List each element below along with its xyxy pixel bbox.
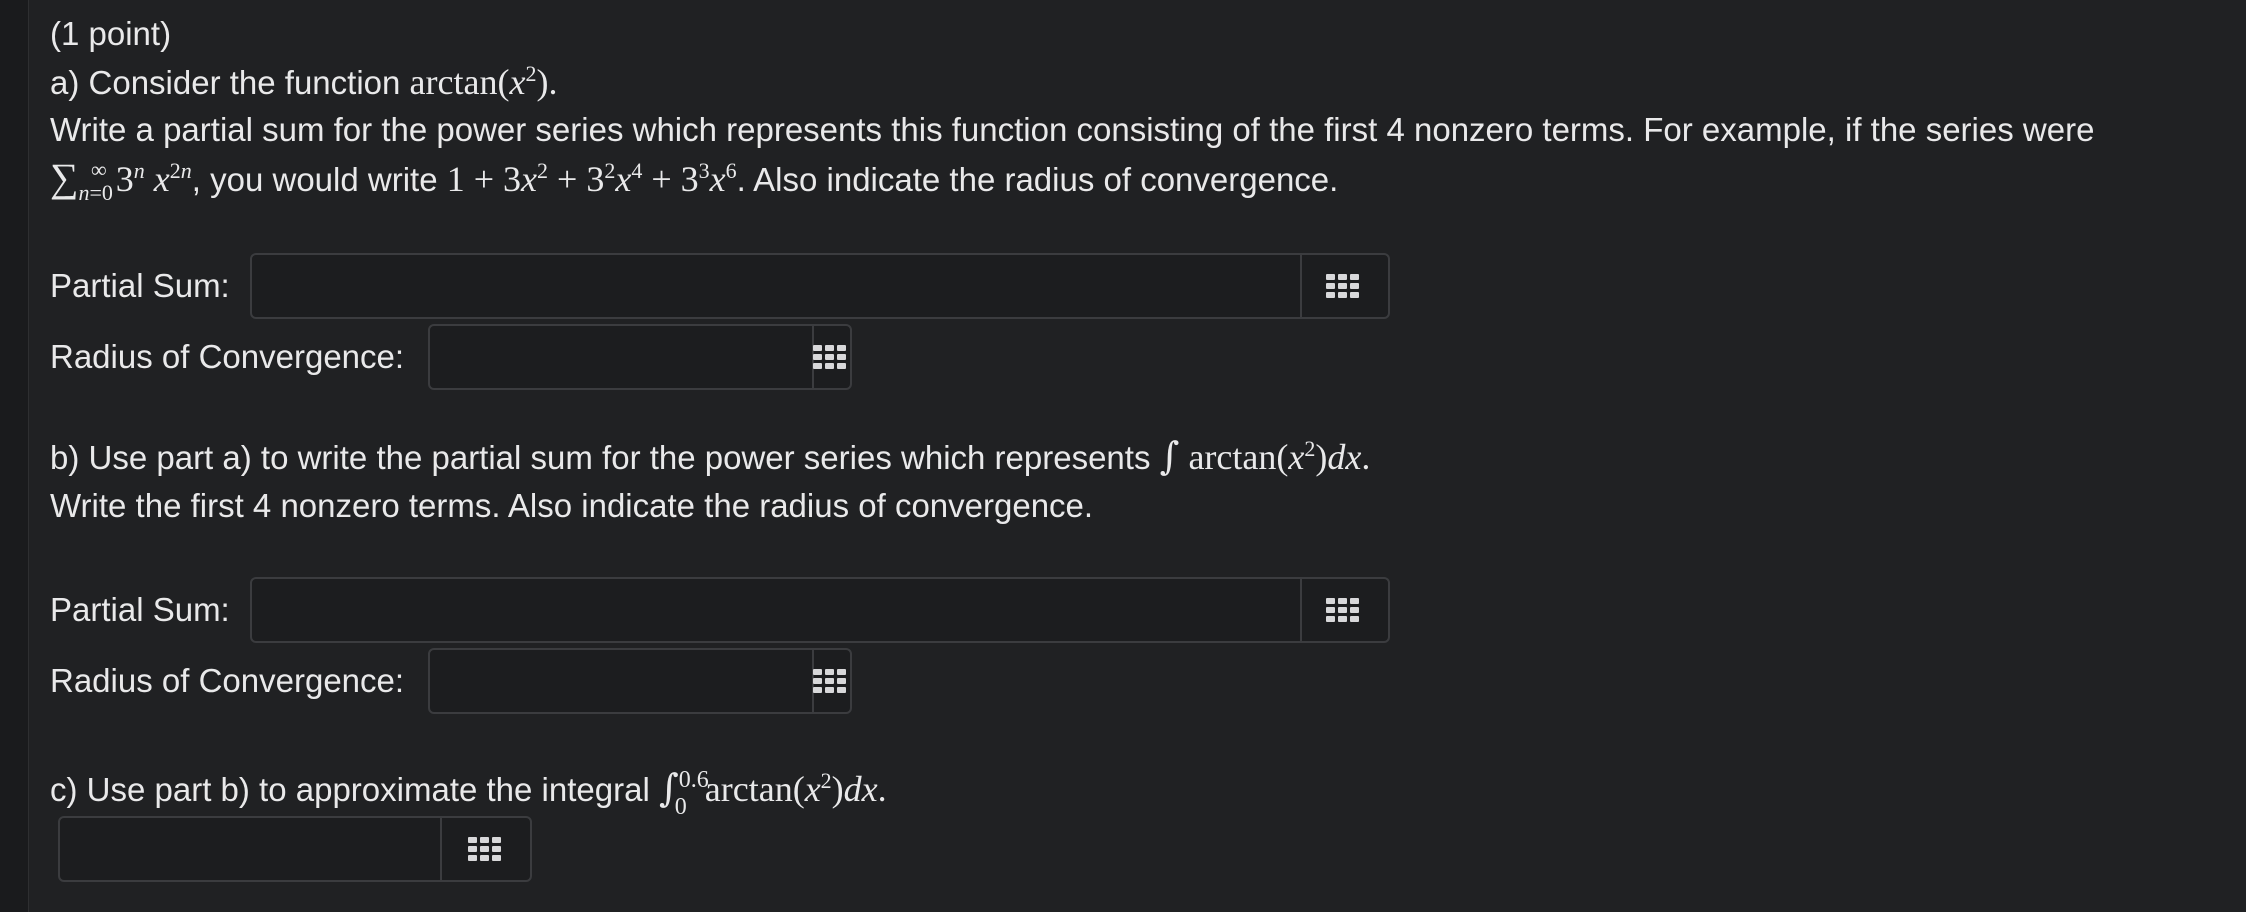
part-b-integrand: arctan(x2)dx. — [1179, 436, 1371, 477]
part-b-intro-text: b) Use part a) to write the partial sum … — [50, 439, 1160, 476]
part-c-equation-editor-button[interactable] — [440, 818, 530, 880]
part-b-intro: b) Use part a) to write the partial sum … — [50, 436, 1370, 478]
part-c-answer — [58, 816, 532, 882]
part-c-integrand: arctan(x2)dx. — [686, 768, 887, 809]
part-a-partial-sum-equation-editor-button[interactable] — [1298, 255, 1388, 317]
part-b-instruction: Write the first 4 nonzero terms. Also in… — [50, 487, 1094, 524]
part-b-partial-sum-label: Partial Sum: — [50, 591, 230, 628]
part-a-radius-answer — [428, 324, 852, 390]
part-a-instruction: Write a partial sum for the power series… — [50, 111, 2095, 148]
keypad-grid-icon — [468, 837, 501, 861]
left-margin-bar — [0, 0, 29, 912]
keypad-grid-icon — [1326, 598, 1359, 622]
part-a-partial-sum-input[interactable] — [252, 255, 1302, 317]
part-a-example: ∑n=0∞ 3n x2n, you would write 1 + 3x2 + … — [50, 155, 1339, 205]
example-result: 1 + 3x2 + 32x4 + 33x6 — [446, 158, 737, 199]
part-c-intro-text: c) Use part b) to approximate the integr… — [50, 771, 659, 808]
example-text-mid: , you would write — [191, 161, 447, 198]
integral-sign: ∫ — [1159, 434, 1180, 478]
part-a-partial-sum-answer — [250, 253, 1390, 319]
keypad-grid-icon — [1326, 274, 1359, 298]
part-a-intro: a) Consider the function arctan(x2). — [50, 62, 557, 103]
integral-limits: 0.60 — [674, 766, 709, 821]
part-a-radius-label: Radius of Convergence: — [50, 338, 405, 375]
keypad-grid-icon — [813, 669, 846, 693]
part-c-input[interactable] — [60, 818, 442, 880]
part-b-radius-label: Radius of Convergence: — [50, 662, 405, 699]
part-a-function: arctan(x2). — [409, 61, 558, 102]
part-a-radius-equation-editor-button[interactable] — [810, 326, 850, 388]
part-c-intro: c) Use part b) to approximate the integr… — [50, 766, 887, 821]
part-b-partial-sum-answer — [250, 577, 1390, 643]
part-b-radius-equation-editor-button[interactable] — [810, 650, 850, 712]
part-a-radius-input[interactable] — [430, 326, 814, 388]
example-text-end: . Also indicate the radius of convergenc… — [736, 161, 1339, 198]
part-b-partial-sum-input[interactable] — [252, 579, 1302, 641]
example-series-sum: ∑n=0∞ — [50, 155, 113, 205]
part-b-partial-sum-equation-editor-button[interactable] — [1298, 579, 1388, 641]
problem-points: (1 point) — [50, 15, 172, 52]
part-b-radius-answer — [428, 648, 852, 714]
part-a-partial-sum-label: Partial Sum: — [50, 267, 230, 304]
example-series-term: 3n x2n — [115, 158, 192, 199]
part-b-radius-input[interactable] — [430, 650, 814, 712]
keypad-grid-icon — [813, 345, 846, 369]
part-a-intro-text: a) Consider the function — [50, 64, 410, 101]
